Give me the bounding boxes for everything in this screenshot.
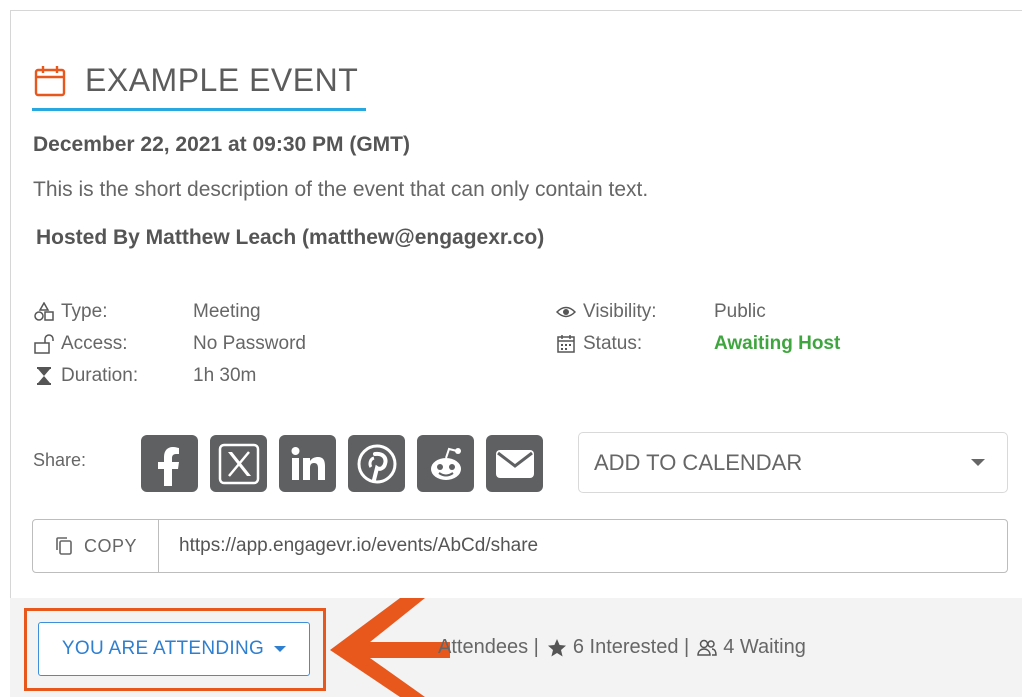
- email-icon: [495, 449, 534, 478]
- visibility-label: Visibility:: [583, 301, 657, 322]
- add-to-calendar-label: ADD TO CALENDAR: [594, 449, 803, 475]
- shapes-icon: [33, 301, 55, 323]
- linkedin-icon: [291, 446, 325, 480]
- share-linkedin-button[interactable]: [279, 435, 336, 492]
- caret-down-icon: [274, 646, 287, 652]
- share-link-group: COPY https://app.engagevr.io/events/AbCd…: [32, 519, 1008, 573]
- share-url-field[interactable]: https://app.engagevr.io/events/AbCd/shar…: [159, 520, 538, 572]
- copy-button[interactable]: COPY: [33, 520, 159, 572]
- event-description: This is the short description of the eve…: [33, 178, 649, 201]
- share-facebook-button[interactable]: [141, 435, 198, 492]
- calendar-icon: [34, 65, 66, 96]
- facebook-icon: [157, 446, 179, 486]
- duration-label-row: Duration:: [33, 362, 138, 390]
- type-label-row: Type:: [33, 298, 107, 326]
- type-label: Type:: [61, 301, 108, 322]
- status-value: Awaiting Host: [714, 333, 841, 354]
- reddit-icon: [430, 447, 461, 480]
- eye-icon: [555, 301, 577, 323]
- users-icon: [697, 639, 717, 656]
- event-card: [10, 10, 1022, 697]
- waiting-text: 4 Waiting: [723, 636, 806, 658]
- share-reddit-button[interactable]: [417, 435, 474, 492]
- star-icon: [547, 638, 566, 656]
- share-label: Share:: [33, 450, 87, 470]
- copy-icon: [56, 537, 72, 555]
- unlock-icon: [33, 333, 55, 355]
- type-value: Meeting: [193, 301, 261, 322]
- add-to-calendar-select[interactable]: ADD TO CALENDAR: [578, 432, 1008, 493]
- interested-text: 6 Interested |: [572, 636, 690, 658]
- attendees-text: Attendees |: [438, 636, 539, 658]
- attending-label: YOU ARE ATTENDING: [61, 638, 265, 659]
- pinterest-icon: [357, 444, 396, 483]
- chevron-down-icon: [971, 459, 985, 466]
- status-label-row: Status:: [555, 330, 642, 358]
- event-host: Hosted By Matthew Leach (matthew@engagex…: [36, 226, 545, 249]
- share-email-button[interactable]: [486, 435, 543, 492]
- visibility-label-row: Visibility:: [555, 298, 657, 326]
- access-label: Access:: [61, 333, 128, 354]
- event-title: EXAMPLE EVENT: [85, 62, 359, 98]
- share-pinterest-button[interactable]: [348, 435, 405, 492]
- share-x-button[interactable]: [210, 435, 267, 492]
- attendance-stats: Attendees | 6 Interested | 4 Waiting: [438, 636, 806, 659]
- event-title-row: EXAMPLE EVENT: [33, 62, 358, 99]
- attending-dropdown-button[interactable]: YOU ARE ATTENDING: [38, 622, 310, 676]
- access-label-row: Access:: [33, 330, 128, 358]
- hourglass-icon: [33, 365, 55, 387]
- calendar-grid-icon: [555, 333, 577, 355]
- duration-label: Duration:: [61, 365, 139, 386]
- title-underline: [32, 108, 366, 111]
- access-value: No Password: [193, 333, 306, 354]
- left-arrow-icon: [330, 598, 450, 697]
- visibility-value: Public: [714, 301, 766, 322]
- status-label: Status:: [583, 333, 643, 354]
- event-datetime: December 22, 2021 at 09:30 PM (GMT): [33, 133, 410, 156]
- x-icon: [218, 443, 259, 484]
- duration-value: 1h 30m: [193, 365, 257, 386]
- copy-button-label: COPY: [83, 535, 137, 556]
